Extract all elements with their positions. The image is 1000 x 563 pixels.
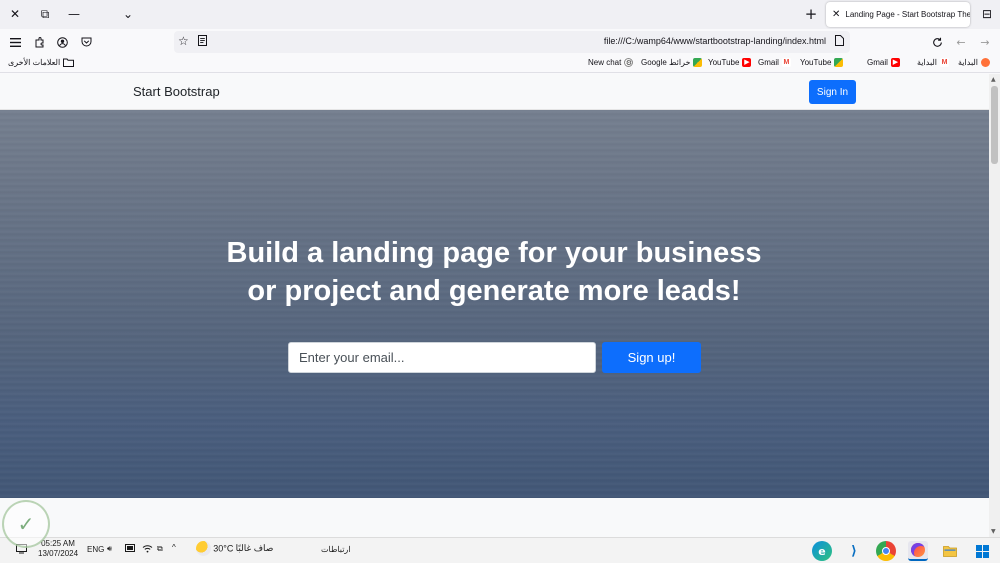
scroll-up-icon[interactable]: ▲	[991, 76, 996, 83]
clock[interactable]: 05:25 AM 13/07/2024	[38, 539, 78, 559]
maps-icon	[834, 58, 844, 67]
bookmark-label: New chat	[588, 58, 622, 67]
other-bookmarks-label: العلامات الأخرى	[8, 58, 61, 67]
chevron-up-icon[interactable]: ^	[172, 543, 176, 552]
bookmark-new-chat[interactable]: New chat ⚙	[588, 58, 634, 67]
forward-arrow-icon[interactable]: →	[975, 32, 995, 52]
hero-heading-line: Build a landing page for your business	[226, 237, 762, 269]
bookmark-label: Google خرائط	[641, 58, 691, 67]
active-tab[interactable]: ✕ Landing Page - Start Bootstrap The	[826, 2, 970, 27]
watermark-logo-icon: ✓	[2, 500, 50, 548]
sign-up-button[interactable]: Sign up!	[602, 342, 701, 373]
maps-icon	[693, 58, 703, 67]
reload-icon[interactable]	[927, 32, 947, 52]
window-restore-icon[interactable]: ⧉	[34, 4, 56, 24]
battery-icon[interactable]	[125, 544, 136, 554]
hero-heading-line: or project and generate more leads!	[247, 275, 741, 307]
tab-overview-icon[interactable]: ⊟	[976, 4, 998, 24]
tab-strip: ✕ ⧉ — ⌄ + ✕ Landing Page - Start Bootstr…	[0, 0, 1000, 29]
email-input[interactable]	[288, 342, 596, 373]
scroll-down-icon[interactable]: ▼	[991, 528, 996, 535]
gmail-icon: M	[781, 58, 791, 67]
vscode-icon[interactable]: ⟩	[844, 541, 864, 561]
bookmark-youtube[interactable]: YouTube ▶	[708, 58, 752, 67]
bookmark-label: البداية	[917, 58, 938, 67]
youtube-icon: ▶	[742, 58, 752, 67]
bookmark-gmail[interactable]: Gmail M	[758, 58, 791, 67]
start-windows-icon[interactable]	[972, 541, 992, 561]
site-brand-link[interactable]: Start Bootstrap	[133, 84, 220, 99]
url-bar[interactable]: ☆ file:///C:/wamp64/www/startbootstrap-l…	[174, 31, 850, 53]
firefox-icon	[981, 58, 991, 67]
bookmark-label: YouTube	[800, 58, 832, 67]
bookmark-label: البداية	[958, 58, 979, 67]
windows-taskbar: 05:25 AM 13/07/2024 ENG 🔊︎ ⧉ ^ 30°C صاف …	[0, 537, 1000, 563]
chrome-icon[interactable]	[876, 541, 896, 561]
page-file-icon	[835, 35, 844, 49]
temperature: 30°C	[213, 543, 234, 554]
menu-icon[interactable]	[5, 32, 25, 52]
other-bookmarks-folder[interactable]: العلامات الأخرى	[8, 58, 75, 67]
bookmarks-toolbar: العلامات الأخرى New chat ⚙ Google خرائط …	[0, 55, 1000, 73]
sign-in-button[interactable]: Sign In	[809, 80, 856, 104]
language-indicator[interactable]: ENG	[87, 545, 104, 554]
back-arrow-icon[interactable]: ←	[951, 32, 971, 52]
hero-heading: Build a landing page for your business o…	[194, 234, 794, 310]
bookmark-youtube[interactable]: Gmail ▶	[867, 58, 900, 67]
bookmark-label: YouTube	[708, 58, 740, 67]
reader-view-icon[interactable]	[198, 35, 207, 49]
web-page: Start Bootstrap Sign In Build a landing …	[0, 74, 989, 537]
clock-time: 05:25 AM	[41, 539, 75, 548]
edge-icon[interactable]: e	[812, 541, 832, 561]
bookmark-label: Gmail	[867, 58, 888, 67]
extensions-icon[interactable]	[29, 32, 49, 52]
hero-section: Build a landing page for your business o…	[0, 110, 989, 498]
account-icon[interactable]	[52, 32, 72, 52]
bookmark-start-page[interactable]: البداية البداية	[958, 58, 991, 67]
device-icon[interactable]: ⧉	[157, 544, 163, 554]
clock-date: 13/07/2024	[38, 549, 79, 558]
new-tab-button[interactable]: +	[800, 4, 822, 24]
tab-title: Landing Page - Start Bootstrap The	[845, 10, 970, 19]
chatgpt-icon: ⚙	[624, 58, 634, 67]
page-scrollbar[interactable]: ▲ ▼	[989, 74, 1000, 537]
window-close-icon[interactable]: ✕	[4, 4, 26, 24]
scrollbar-thumb[interactable]	[991, 86, 998, 164]
gmail-icon: M	[940, 58, 950, 67]
pocket-icon[interactable]	[76, 32, 96, 52]
volume-icon[interactable]: 🔊︎	[107, 544, 112, 554]
wifi-icon[interactable]	[142, 544, 153, 555]
file-explorer-icon[interactable]	[940, 541, 960, 561]
bookmark-google-maps[interactable]: YouTube	[800, 58, 844, 67]
site-navbar: Start Bootstrap Sign In	[0, 74, 989, 110]
folder-icon	[63, 58, 75, 67]
bookmark-google-maps[interactable]: Google خرائط	[641, 58, 703, 67]
content-section	[0, 498, 989, 537]
url-text[interactable]: file:///C:/wamp64/www/startbootstrap-lan…	[604, 36, 826, 46]
weather-condition: صاف غالبًا	[235, 543, 274, 553]
youtube-icon: ▶	[890, 58, 900, 67]
tab-list-dropdown-icon[interactable]: ⌄	[117, 4, 139, 24]
bookmark-gmail[interactable]: البداية M	[917, 58, 950, 67]
links-toolbar[interactable]: ارتباطات	[321, 545, 351, 554]
firefox-taskbar-icon[interactable]	[908, 541, 928, 561]
bookmark-star-icon[interactable]: ☆	[178, 34, 189, 48]
window-minimize-icon[interactable]: —	[63, 4, 85, 24]
navigation-bar: ☆ file:///C:/wamp64/www/startbootstrap-l…	[0, 29, 1000, 55]
weather-icon	[196, 541, 211, 556]
weather-widget[interactable]: 30°C صاف غالبًا	[196, 541, 273, 556]
tab-close-icon[interactable]: ✕	[832, 9, 840, 20]
bookmark-label: Gmail	[758, 58, 779, 67]
